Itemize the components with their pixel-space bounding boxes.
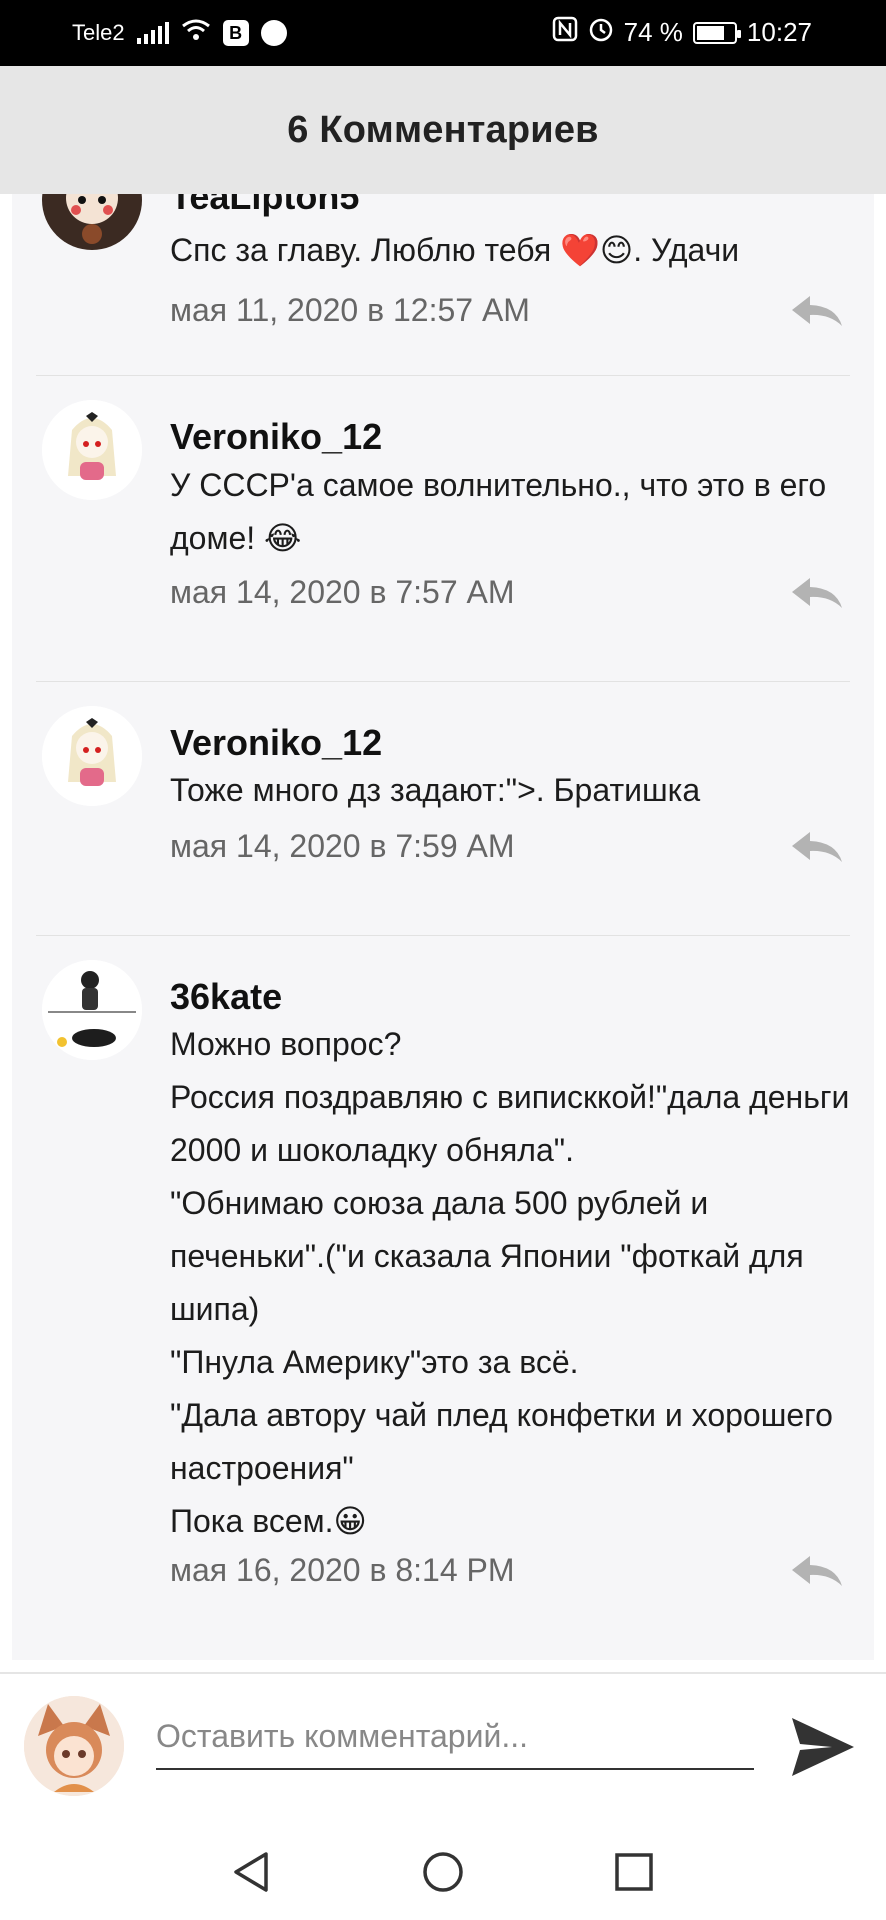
send-icon[interactable] <box>788 1712 858 1782</box>
divider <box>36 375 850 376</box>
comment-date: мая 16, 2020 в 8:14 PM <box>170 1552 515 1588</box>
comment-date: мая 14, 2020 в 7:57 AM <box>170 574 515 610</box>
carrier-label: Tele2 <box>72 20 125 45</box>
recents-icon[interactable] <box>612 1850 656 1894</box>
comment-text: Можно вопрос? Россия поздравляю с виписк… <box>170 1026 850 1539</box>
avatar[interactable] <box>42 194 142 250</box>
nfc-icon <box>552 16 578 49</box>
battery-icon <box>692 21 741 44</box>
reply-icon[interactable] <box>790 1554 844 1588</box>
avatar[interactable] <box>42 400 142 500</box>
alarm-icon <box>588 16 614 49</box>
comment-input[interactable] <box>156 1704 754 1770</box>
comment-list[interactable]: TeaLipton5 Спс за главу. Люблю тебя ❤️😊.… <box>12 194 874 1660</box>
home-icon[interactable] <box>421 1850 465 1894</box>
page-title: 6 Комментариев <box>287 108 599 151</box>
battery-percent: 74 % <box>623 17 683 47</box>
divider <box>36 681 850 682</box>
clock: 10:27 <box>746 17 812 47</box>
system-nav-bar <box>0 1820 886 1920</box>
comment-date: мая 14, 2020 в 7:59 AM <box>170 828 515 864</box>
signal-icon <box>136 22 169 44</box>
reply-icon[interactable] <box>790 830 844 864</box>
reply-icon[interactable] <box>790 294 844 328</box>
comment-text: У СССР'а самое волнительно., что это в е… <box>170 467 827 556</box>
back-icon[interactable] <box>230 1850 274 1894</box>
wifi-icon <box>181 18 211 48</box>
comment-author[interactable]: Veroniko_12 <box>170 416 382 458</box>
reply-icon[interactable] <box>790 576 844 610</box>
comment-author[interactable]: 36kate <box>170 976 282 1018</box>
status-bar: Tele2 B 74 % 10:27 <box>0 0 886 66</box>
comment-author[interactable]: TeaLipton5 <box>170 194 359 218</box>
comment-author[interactable]: Veroniko_12 <box>170 722 382 764</box>
current-user-avatar <box>24 1696 124 1796</box>
divider <box>36 935 850 936</box>
messenger-icon <box>260 20 287 46</box>
comment-input-bar <box>0 1672 886 1820</box>
comment-text: Спс за главу. Люблю тебя ❤️😊. Удачи <box>170 232 740 268</box>
avatar[interactable] <box>42 706 142 806</box>
avatar[interactable] <box>42 960 142 1060</box>
comment-text: Тоже много дз задают:">. Братишка <box>170 772 701 808</box>
vk-icon: B <box>222 20 249 46</box>
comment-date: мая 11, 2020 в 12:57 AM <box>170 292 530 328</box>
comments-header: 6 Комментариев <box>0 66 886 194</box>
